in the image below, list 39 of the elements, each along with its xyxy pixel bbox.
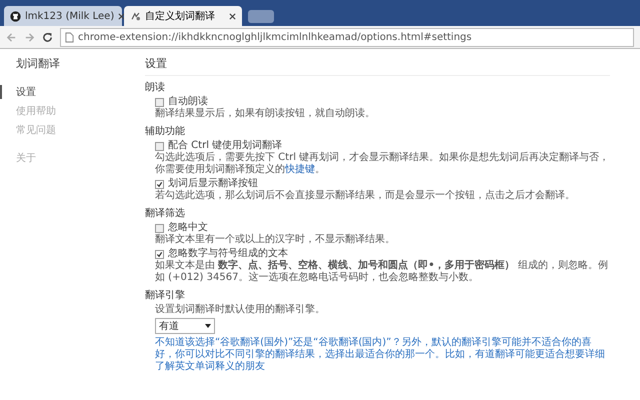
caret-icon (205, 324, 211, 328)
checkbox[interactable] (155, 180, 164, 188)
checkbox[interactable] (155, 224, 164, 232)
checkbox[interactable] (155, 250, 164, 258)
forward-arrow-icon[interactable] (24, 32, 35, 42)
checkbox-option[interactable]: 忽略中文 (155, 222, 208, 234)
checkbox-option[interactable]: 忽略数字与符号组成的文本 (155, 248, 288, 260)
section-heading: 辅助功能 (145, 124, 186, 138)
section-heading: 朗读 (145, 80, 166, 94)
extension-icon (130, 10, 141, 22)
close-icon[interactable] (118, 12, 126, 20)
checkbox[interactable] (155, 142, 164, 150)
checkbox-option[interactable]: 配合 Ctrl 键使用划词翻译 (155, 140, 282, 152)
page-title: 设置 (145, 56, 610, 76)
option-description: 设置划词翻译时默认使用的翻译引擎。 (155, 304, 326, 316)
page-icon (65, 32, 74, 42)
checkbox-option[interactable]: 划词后显示翻译按钮 (155, 178, 258, 190)
checkbox[interactable] (155, 98, 164, 106)
browser-tab[interactable]: lmk123 (Milk Lee) (4, 6, 122, 26)
option-description: 翻译结果显示后，如果有朗读按钮，就自动朗读。 (155, 108, 376, 120)
option-description: 翻译文本里有一个或以上的汉字时，不显示翻译结果。 (155, 234, 396, 246)
engine-help-text: 不知道该选择“谷歌翻译(国外)”还是“谷歌翻译(国内)”？另外，默认的翻译引擎可能并不适合你的喜好，你可以对比不同引擎的翻译结果，选择出最适合你的那一个。比如，有道翻译可能更适合想要详细了解英文单词释义的朋友 (155, 337, 606, 373)
option-description: 若勾选此选项，那么划词后不会直接显示翻译结果，而是会显示一个按钮，点击之后才会翻译。 (155, 190, 576, 202)
new-tab-button[interactable] (248, 10, 274, 23)
shortcut-link[interactable]: 快捷键 (285, 164, 315, 175)
engine-dropdown[interactable]: 有道 (155, 318, 215, 334)
back-arrow-icon[interactable] (6, 32, 17, 42)
section-heading: 翻译引擎 (145, 288, 186, 302)
cat-logo-icon (10, 10, 21, 22)
sidebar-item[interactable]: 设置 (0, 85, 36, 99)
app-title: 划词翻译 (16, 56, 61, 71)
browser-tab[interactable]: 自定义划词翻译 (124, 6, 242, 26)
option-description: 如果文本是由 数字、点、括号、空格、横线、加号和圆点（即•，多用于密码框） 组成的，则忽略。例如 (+012) 34567。这一选项在忽略电话号码时，也会忽略整数与小数。 (155, 260, 609, 284)
option-description: 勾选此选项后，需要先按下 Ctrl 键再划词，才会显示翻译结果。如果你是想先划词后再决定翻译与否，你需要使用划词翻译预定义的快捷键。 (155, 152, 610, 176)
address-bar[interactable]: chrome-extension://ikhdkkncnoglghljlkmcimlnlhkeamad/options.html#settings (60, 28, 634, 46)
close-icon[interactable] (229, 12, 236, 20)
reload-icon[interactable] (42, 32, 53, 42)
section-heading: 翻译筛选 (145, 206, 186, 220)
checkbox-option[interactable]: 自动朗读 (155, 96, 208, 108)
